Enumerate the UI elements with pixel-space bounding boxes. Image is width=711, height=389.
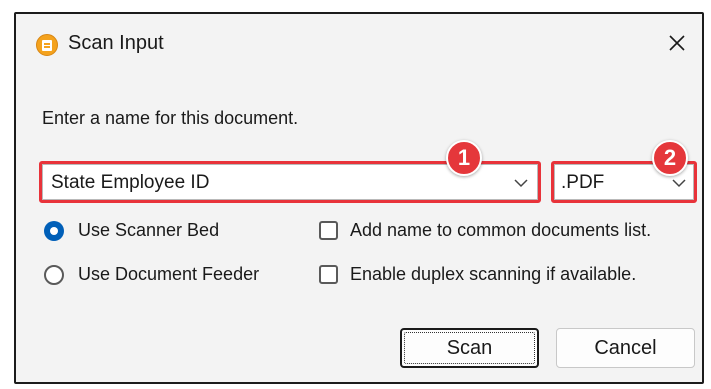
name-prompt: Enter a name for this document.: [42, 108, 299, 128]
checkbox-duplex-label: Enable duplex scanning if available.: [350, 264, 637, 284]
checkbox-box: [319, 221, 338, 240]
checkbox-add-common[interactable]: Add name to common documents list.: [319, 220, 651, 241]
scan-input-dialog: Scan Input Enter a name for this documen…: [14, 12, 704, 384]
radio-scanner-bed[interactable]: Use Scanner Bed: [44, 220, 219, 241]
checkbox-duplex[interactable]: Enable duplex scanning if available.: [319, 264, 636, 285]
title-bar: Scan Input: [16, 14, 702, 76]
focus-rectangle: [404, 332, 535, 364]
cancel-button-label: Cancel: [594, 336, 657, 359]
scanner-app-icon: [36, 34, 58, 56]
annotation-badge-2: 2: [652, 140, 688, 176]
cancel-button[interactable]: Cancel: [556, 328, 695, 368]
radio-scanner-bed-label: Use Scanner Bed: [78, 220, 220, 240]
close-button[interactable]: [662, 28, 692, 58]
dialog-title: Scan Input: [68, 32, 164, 54]
checkbox-add-common-label: Add name to common documents list.: [350, 220, 652, 240]
radio-unselected-indicator: [44, 264, 64, 285]
radio-document-feeder-label: Use Document Feeder: [78, 264, 260, 284]
checkbox-box: [319, 265, 338, 284]
radio-selected-indicator: [44, 220, 64, 241]
close-icon: [669, 35, 685, 51]
annotation-badge-1: 1: [446, 140, 482, 176]
scan-button[interactable]: Scan: [400, 328, 539, 368]
radio-document-feeder[interactable]: Use Document Feeder: [44, 264, 259, 285]
